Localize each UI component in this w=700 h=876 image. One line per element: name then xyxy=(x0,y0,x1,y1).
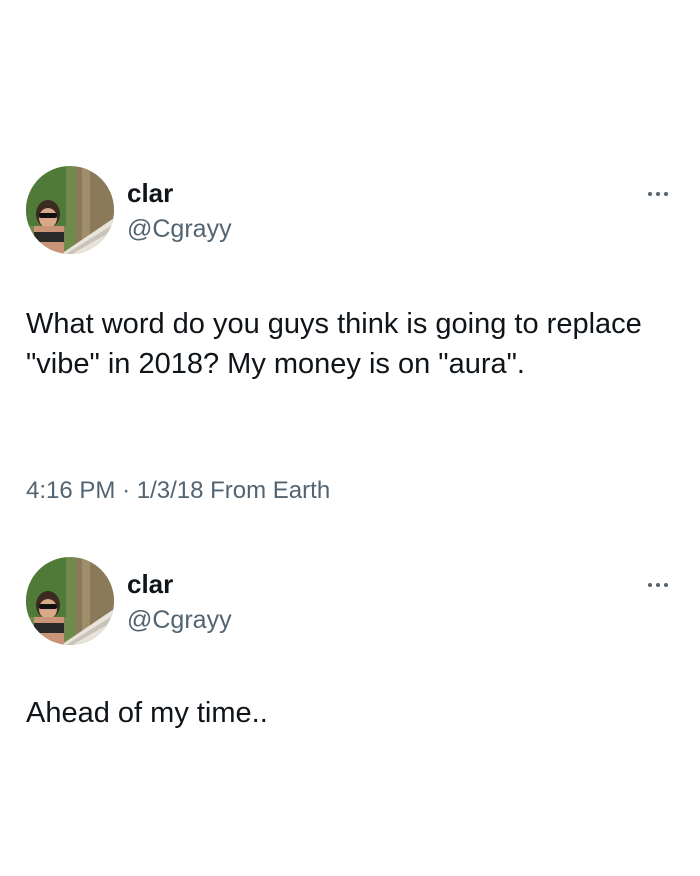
more-dot xyxy=(664,192,668,196)
more-horizontal-icon xyxy=(648,583,652,587)
tweet-location: From Earth xyxy=(210,477,331,504)
more-horizontal-icon xyxy=(648,192,652,196)
display-name[interactable]: clar xyxy=(127,178,173,208)
more-dot xyxy=(656,583,660,587)
more-options-button[interactable] xyxy=(638,182,678,206)
more-dot xyxy=(656,192,660,196)
avatar[interactable] xyxy=(26,166,114,254)
tweet-text: What word do you guys think is going to … xyxy=(26,308,642,380)
username-handle[interactable]: @Cgrayy xyxy=(127,605,232,635)
display-name[interactable]: clar xyxy=(127,569,173,599)
tweet-metadata: 4:16 PM · 1/3/18 From Earth xyxy=(26,476,330,506)
more-options-button[interactable] xyxy=(638,573,678,597)
more-dot xyxy=(664,583,668,587)
avatar-image xyxy=(26,557,114,645)
timestamp-date[interactable]: 1/3/18 xyxy=(137,477,204,504)
avatar[interactable] xyxy=(26,557,114,645)
avatar-image xyxy=(26,166,114,254)
timestamp-time[interactable]: 4:16 PM xyxy=(26,477,115,504)
tweet-text: Ahead of my time.. xyxy=(26,697,268,729)
meta-separator: · xyxy=(122,477,131,504)
username-handle[interactable]: @Cgrayy xyxy=(127,214,232,244)
